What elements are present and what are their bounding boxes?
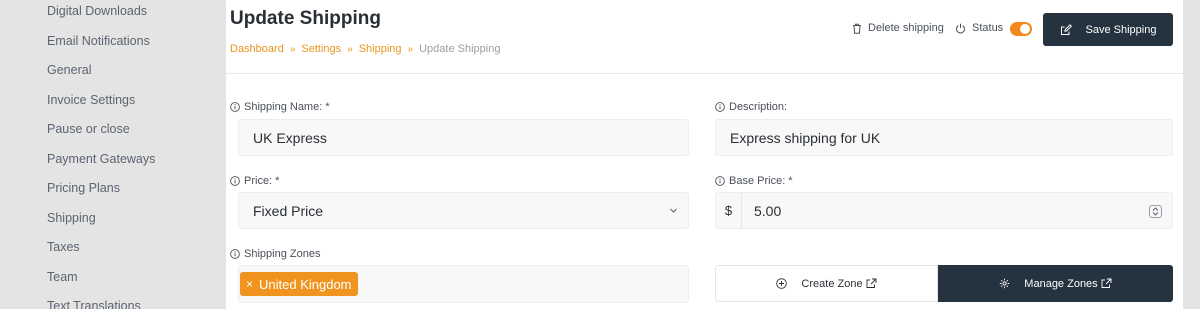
zone-tag: × United Kingdom (240, 272, 358, 296)
sidebar-item-pricing-plans[interactable]: Pricing Plans (47, 181, 120, 195)
breadcrumb-settings[interactable]: Settings (301, 43, 341, 55)
sidebar-item-digital-downloads[interactable]: Digital Downloads (47, 4, 147, 18)
base-price-label-text: Base Price: * (729, 175, 793, 187)
breadcrumb-separator: » (407, 44, 414, 55)
price-value: Fixed Price (253, 202, 324, 219)
info-icon (230, 176, 240, 186)
edit-icon (1060, 23, 1072, 35)
sidebar-item-shipping[interactable]: Shipping (47, 211, 96, 225)
power-icon (956, 23, 965, 33)
manage-zones-label: Manage Zones (1024, 277, 1098, 290)
main-panel: Update Shipping Dashboard » Settings » Shipp… (226, 0, 1183, 309)
sidebar-item-general[interactable]: General (47, 63, 91, 77)
manage-zones-button[interactable]: Manage Zones (938, 265, 1173, 302)
save-shipping-label: Save Shipping (1085, 23, 1157, 36)
info-icon (715, 176, 725, 186)
zone-tag-label: United Kingdom (259, 276, 352, 292)
description-label-text: Description: (729, 101, 788, 113)
number-stepper-icon[interactable] (1149, 205, 1162, 218)
price-select[interactable]: Fixed Price (238, 192, 689, 229)
breadcrumb: Dashboard » Settings » Shipping » Update Shipp… (230, 43, 500, 55)
breadcrumb-dashboard[interactable]: Dashboard (230, 43, 284, 55)
sidebar-item-payment-gateways[interactable]: Payment Gateways (47, 152, 155, 166)
shipping-name-label-text: Shipping Name: * (244, 101, 330, 113)
status-control: Status (955, 22, 1003, 34)
delete-shipping-label: Delete shipping (868, 22, 944, 34)
breadcrumb-shipping[interactable]: Shipping (359, 43, 402, 55)
description-label: Description: (715, 101, 787, 113)
status-toggle[interactable] (1010, 22, 1032, 36)
plus-circle-icon (776, 278, 788, 289)
base-price-input[interactable]: $ 5.00 (715, 192, 1173, 229)
breadcrumb-separator: » (347, 44, 353, 55)
header-actions: Delete shipping (852, 22, 944, 34)
currency-symbol: $ (716, 193, 742, 228)
remove-zone-icon[interactable]: × (246, 277, 253, 291)
shipping-name-value: UK Express (253, 129, 327, 146)
info-icon (715, 102, 725, 112)
shipping-zones-label-text: Shipping Zones (244, 248, 321, 260)
gear-icon (1000, 278, 1010, 289)
create-zone-button[interactable]: Create Zone (715, 265, 938, 302)
description-value: Express shipping for UK (730, 129, 881, 146)
description-input[interactable]: Express shipping for UK (715, 119, 1173, 156)
sidebar-item-taxes[interactable]: Taxes (47, 240, 80, 254)
sidebar: Digital Downloads Email Notifications Ge… (0, 0, 226, 309)
sidebar-item-text-translations[interactable]: Text Translations (47, 299, 141, 309)
info-icon (230, 102, 240, 112)
sidebar-item-pause-or-close[interactable]: Pause or close (47, 122, 130, 136)
shipping-zones-select[interactable]: × United Kingdom (238, 265, 689, 303)
trash-icon (853, 23, 861, 34)
external-link-icon (1101, 278, 1112, 288)
save-shipping-button[interactable]: Save Shipping (1043, 13, 1173, 46)
sidebar-item-team[interactable]: Team (47, 270, 78, 284)
chevron-down-icon (670, 208, 677, 213)
page-title: Update Shipping (230, 8, 381, 29)
price-label: Price: * (230, 175, 279, 187)
status-label-group: Status (955, 22, 1003, 34)
external-link-icon (866, 278, 877, 288)
info-icon (230, 249, 240, 259)
header-divider (226, 73, 1183, 74)
delete-shipping-button[interactable]: Delete shipping (852, 22, 944, 34)
base-price-value: 5.00 (754, 202, 782, 219)
shipping-name-input[interactable]: UK Express (238, 119, 689, 156)
breadcrumb-separator: » (289, 44, 296, 55)
base-price-label: Base Price: * (715, 175, 793, 187)
create-zone-label: Create Zone (801, 277, 863, 290)
shipping-name-label: Shipping Name: * (230, 101, 330, 113)
price-label-text: Price: * (244, 175, 280, 187)
shipping-zones-label: Shipping Zones (230, 248, 320, 260)
toggle-knob (1020, 24, 1030, 34)
breadcrumb-current: Update Shipping (419, 43, 501, 55)
status-label: Status (972, 22, 1004, 34)
sidebar-item-email-notifications[interactable]: Email Notifications (47, 34, 150, 48)
sidebar-item-invoice-settings[interactable]: Invoice Settings (47, 93, 135, 107)
